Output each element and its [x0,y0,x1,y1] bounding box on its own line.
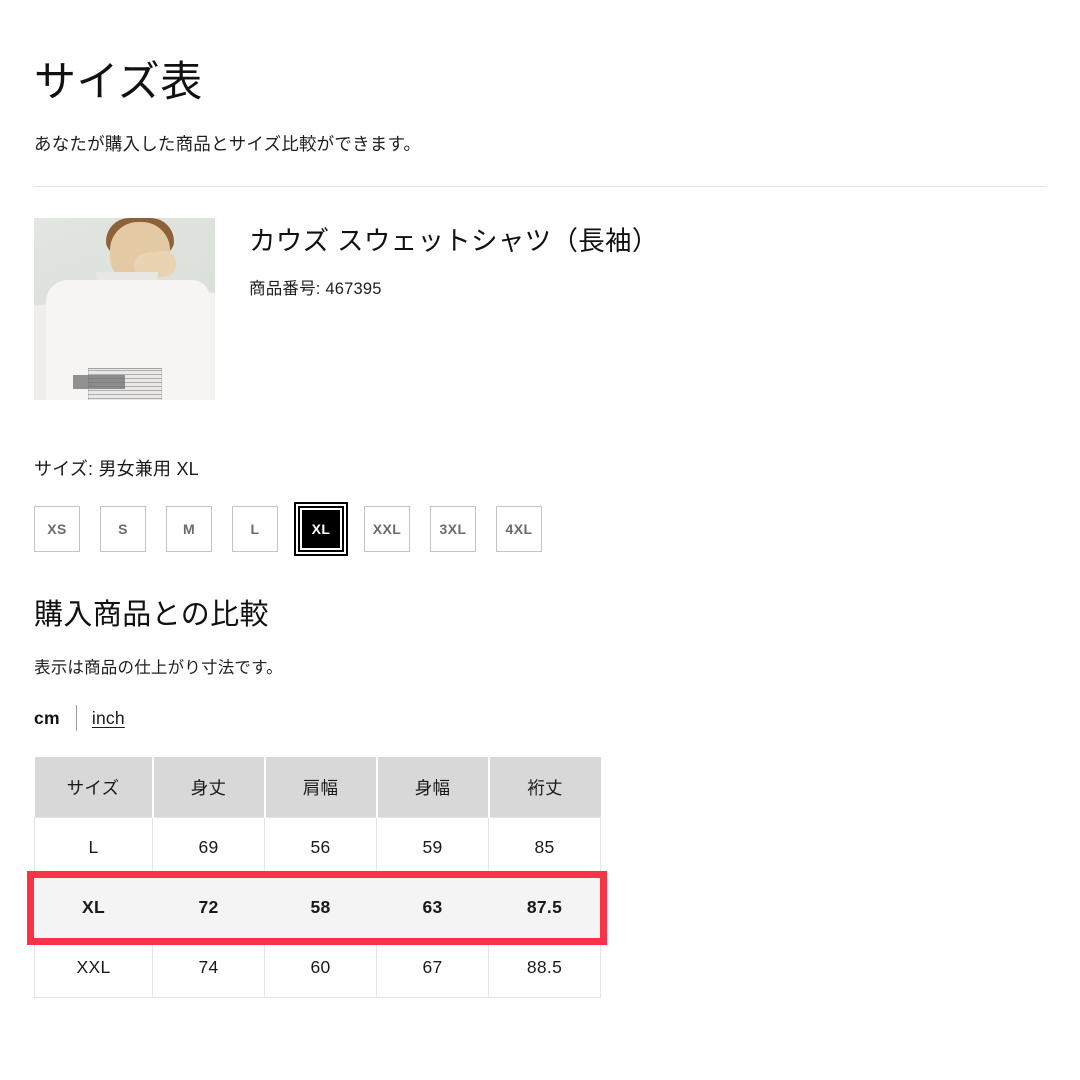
table-row: L 69 56 59 85 [34,817,601,878]
table-cell-measurement: 69 [152,817,265,878]
page-subtitle: あなたが購入した商品とサイズ比較ができます。 [34,133,422,154]
table-cell-size: XXL [34,937,153,998]
comparison-note: 表示は商品の仕上がり寸法です。 [34,659,283,677]
table-cell-measurement: 88.5 [488,937,601,998]
product-image-graphic-print [73,367,162,400]
size-chip-4xl[interactable]: 4XL [496,505,542,552]
table-cell-measurement: 87.5 [488,877,601,938]
size-selector-label: サイズ: 男女兼用 XL [34,458,199,479]
table-cell-measurement: 59 [376,817,489,878]
table-row: XXL 74 60 67 88.5 [34,937,601,998]
size-table-header-cell: 裄丈 [488,757,601,818]
size-chip-m[interactable]: M [166,505,212,552]
size-table-header-cell: 身幅 [376,757,490,818]
table-cell-measurement: 67 [376,937,489,998]
size-table-head: サイズ 身丈 肩幅 身幅 裄丈 [34,757,601,818]
product-image-print-band [73,374,125,389]
table-cell-measurement: 60 [264,937,377,998]
table-cell-measurement: 72 [152,877,265,938]
table-cell-measurement: 56 [264,817,377,878]
product-image [34,217,215,400]
size-table-container: サイズ 身丈 肩幅 身幅 裄丈 L 69 56 59 85 XL 72 58 63 87.5 XXL 74 60… [27,731,607,998]
size-chip-xs[interactable]: XS [34,505,80,552]
page-title: サイズ表 [34,58,203,105]
product-details: カウズ スウェットシャツ（長袖） 商品番号: 467395 [215,218,659,302]
product-image-sweatshirt-body [46,279,210,400]
table-cell-measurement: 63 [376,877,489,938]
size-chip-s[interactable]: S [100,505,146,552]
size-table-header-cell: サイズ [34,757,154,818]
product-summary: カウズ スウェットシャツ（長袖） 商品番号: 467395 [34,187,1046,400]
table-cell-measurement: 74 [152,937,265,998]
product-code: 商品番号: 467395 [249,280,382,299]
size-table-header-row: サイズ 身丈 肩幅 身幅 裄丈 [34,757,601,818]
size-table-header-cell: 身丈 [152,757,266,818]
comparison-title: 購入商品との比較 [34,598,269,631]
size-table-header-cell: 肩幅 [264,757,378,818]
unit-cm-button[interactable]: cm [34,708,60,729]
size-table: サイズ 身丈 肩幅 身幅 裄丈 L 69 56 59 85 XL 72 58 63 87.5 XXL 74 60… [34,757,601,998]
table-cell-size: XL [34,877,153,938]
size-table-body: L 69 56 59 85 XL 72 58 63 87.5 XXL 74 60 67 88.5 [34,817,601,998]
size-chip-xxl[interactable]: XXL [364,505,410,552]
product-name: カウズ スウェットシャツ（長袖） [249,225,659,256]
size-chart-page: サイズ表 あなたが購入した商品とサイズ比較ができます。 カウズ スウェットシャツ… [0,0,1080,1080]
size-chip-xl[interactable]: XL [294,501,348,556]
size-option-list: XS S M L XL XXL 3XL 4XL [34,481,1046,556]
size-chip-3xl[interactable]: 3XL [430,505,476,552]
table-cell-measurement: 58 [264,877,377,938]
size-chip-l[interactable]: L [232,505,278,552]
table-cell-measurement: 85 [488,817,601,878]
table-cell-size: L [34,817,153,878]
unit-inch-button[interactable]: inch [92,708,125,729]
table-row-selected: XL 72 58 63 87.5 [34,877,601,938]
unit-divider [75,705,77,731]
unit-toggle: cm inch [34,678,1046,731]
